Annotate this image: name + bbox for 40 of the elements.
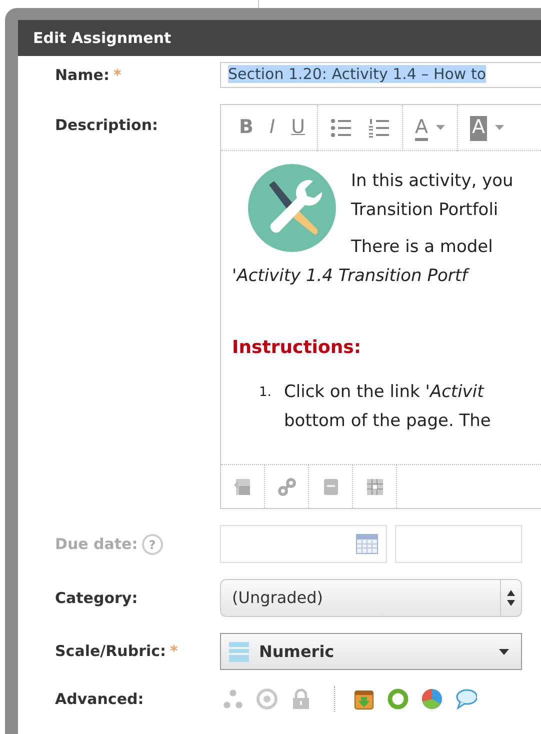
caret-icon[interactable] <box>495 125 504 130</box>
text-line: There is a model <box>351 236 494 259</box>
pie-chart-icon[interactable] <box>421 688 443 710</box>
text-line: 'Activity 1.4 Transition Portf <box>232 265 470 288</box>
rich-text-editor[interactable]: B I U A A In this activity, you Transition Portfoli There is a model 'Activity 1.4 Transition Portf Instructions: 1. Click on the link 'Activit bottom of the page. The <box>220 104 541 509</box>
scale-select[interactable]: Numeric <box>220 633 522 670</box>
insert-image-icon[interactable] <box>232 476 252 496</box>
required-mark: * <box>170 642 178 660</box>
caret-icon[interactable] <box>436 125 446 130</box>
name-field[interactable]: Section 1.20: Activity 1.4 – How to <box>220 62 541 88</box>
required-mark: * <box>113 66 122 84</box>
field-label: Category: <box>55 588 138 607</box>
ring-icon[interactable] <box>387 688 409 710</box>
text-line: Transition Portfoli <box>351 199 500 222</box>
category-select[interactable]: (Ungraded) <box>220 579 522 617</box>
insert-link-icon[interactable] <box>276 476 296 496</box>
field-label: Name: <box>55 66 110 84</box>
instructions-heading: Instructions: <box>232 336 362 360</box>
text-line: Click on the link 'Activit <box>284 381 486 404</box>
insert-table-icon[interactable] <box>364 476 384 496</box>
text-line: bottom of the page. The <box>284 410 491 433</box>
italic-button[interactable]: I <box>261 118 284 137</box>
download-box-icon[interactable] <box>353 688 375 710</box>
caret-icon <box>499 649 509 656</box>
dialog-title: Edit Assignment <box>18 20 541 56</box>
tools-icon <box>247 163 337 253</box>
text-line: In this activity, you <box>351 170 514 193</box>
underline-button[interactable]: U <box>283 118 314 137</box>
up-down-arrows-icon <box>507 590 515 606</box>
time-field[interactable] <box>395 525 522 563</box>
list-icon <box>229 642 249 662</box>
field-label: Due date: <box>55 534 138 553</box>
field-label: Advanced: <box>55 690 144 708</box>
speech-bubble-icon[interactable] <box>455 688 477 710</box>
calendar-icon[interactable] <box>356 534 378 554</box>
field-label: Description: <box>55 116 158 134</box>
field-label: Scale/Rubric: <box>55 642 166 660</box>
list-number: 1. <box>259 384 272 402</box>
bold-button[interactable]: B <box>231 118 262 137</box>
date-field[interactable] <box>220 525 387 563</box>
